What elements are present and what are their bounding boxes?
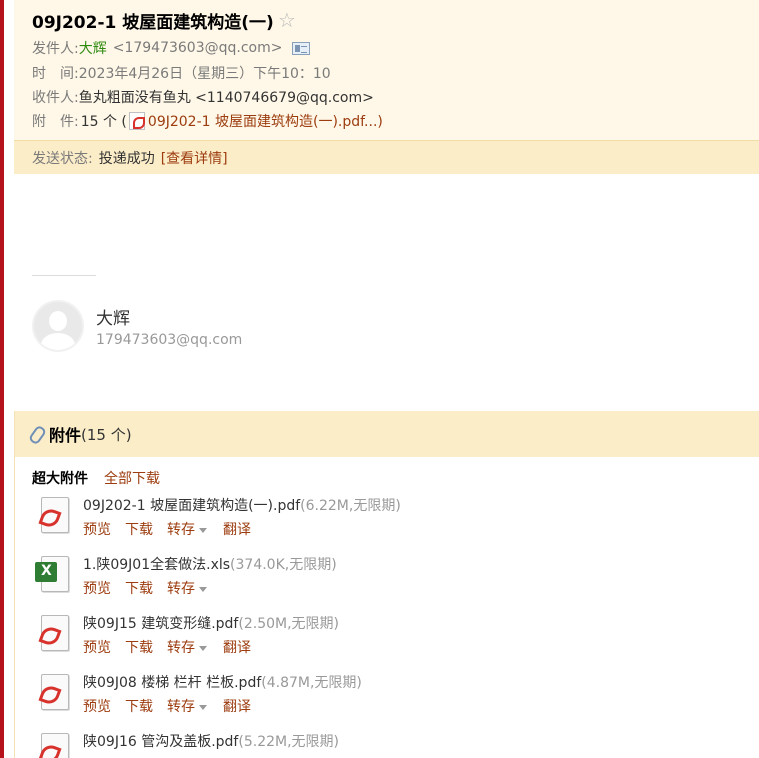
pdf-icon[interactable] [35, 674, 71, 714]
preview-link[interactable]: 预览 [83, 637, 111, 657]
attachment-first-link[interactable]: 09J202-1 坡屋面建筑构造(一).pdf...) [148, 111, 383, 131]
translate-link[interactable]: 翻译 [223, 637, 251, 657]
xls-icon[interactable] [35, 556, 71, 596]
attachment-count: 15 个 ( [80, 114, 127, 130]
download-link[interactable]: 下载 [125, 578, 153, 598]
attachments-title: 附件 [49, 426, 82, 445]
contact-card-icon[interactable] [292, 41, 311, 55]
from-label: 发件人: [32, 41, 79, 57]
preview-link[interactable]: 预览 [83, 696, 111, 716]
download-all-link[interactable]: 全部下载 [104, 468, 160, 488]
recipient[interactable]: 鱼丸粗面没有鱼丸 <1140746679@qq.com> [79, 87, 374, 107]
sender-email[interactable]: <179473603@qq.com> [113, 40, 283, 56]
attachments-header: 附件 (15 个) [15, 411, 759, 457]
status-value: 投递成功 [98, 150, 155, 167]
paperclip-icon [29, 426, 43, 442]
from-row: 发件人: 大辉 <179473603@qq.com> [32, 38, 311, 58]
large-attachments-label: 超大附件 [32, 471, 88, 487]
time-row: 时 间: 2023年4月26日（星期三）下午10：10 [32, 63, 331, 83]
transfer-dropdown[interactable]: 转存 [167, 519, 207, 539]
attachment-meta: (374.0K,无限期) [230, 557, 337, 573]
pdf-icon[interactable] [35, 497, 71, 537]
preview-link[interactable]: 预览 [83, 519, 111, 539]
attachment-name[interactable]: 1.陕09J01全套做法.xls [83, 557, 230, 573]
attachment-name[interactable]: 陕09J08 楼梯 栏杆 栏板.pdf [83, 675, 261, 691]
attachments-count: (15 个) [81, 425, 132, 444]
to-row: 收件人: 鱼丸粗面没有鱼丸 <1140746679@qq.com> [32, 87, 374, 107]
sender-name[interactable]: 大辉 [79, 38, 107, 58]
transfer-dropdown[interactable]: 转存 [167, 696, 207, 716]
attachment-name[interactable]: 陕09J16 管沟及盖板.pdf [83, 734, 238, 750]
attachment-label: 附 件: [32, 114, 79, 130]
attachment-item: 1.陕09J01全套做法.xls(374.0K,无限期) 预览 下载 转存 [35, 554, 755, 606]
transfer-dropdown[interactable]: 转存 [167, 637, 207, 657]
signature-name: 大辉 [96, 309, 130, 329]
signature-email: 179473603@qq.com [96, 332, 243, 348]
attachment-item: 09J202-1 坡屋面建筑构造(一).pdf(6.22M,无限期) 预览 下载… [35, 495, 755, 547]
attachment-name-row: 陕09J16 管沟及盖板.pdf(5.22M,无限期) [83, 731, 339, 751]
attachments-panel: 附件 (15 个) 超大附件 全部下载 09J202-1 坡屋面建筑构造(一).… [14, 411, 759, 758]
attachment-row: 附 件: 15 个 ( 09J202-1 坡屋面建筑构造(一).pdf...) [32, 111, 383, 131]
attachment-item: 陕09J08 楼梯 栏杆 栏板.pdf(4.87M,无限期) 预览 下载 转存 … [35, 672, 755, 724]
attachment-name-row: 陕09J08 楼梯 栏杆 栏板.pdf(4.87M,无限期) [83, 672, 362, 692]
to-label: 收件人: [32, 90, 79, 106]
attachment-actions: 预览 下载 转存 翻译 [83, 637, 265, 657]
attachment-name[interactable]: 09J202-1 坡屋面建筑构造(一).pdf [83, 498, 300, 514]
attachment-name-row: 1.陕09J01全套做法.xls(374.0K,无限期) [83, 554, 337, 574]
signature-divider [32, 275, 96, 276]
attachment-name-row: 09J202-1 坡屋面建筑构造(一).pdf(6.22M,无限期) [83, 495, 401, 515]
large-attachments-header: 超大附件 全部下载 [32, 468, 160, 488]
attachment-meta: (6.22M,无限期) [300, 498, 401, 514]
attachment-actions: 预览 下载 转存 [83, 578, 221, 598]
time-label: 时 间: [32, 66, 79, 82]
pdf-icon [128, 112, 145, 130]
attachment-meta: (2.50M,无限期) [238, 616, 339, 632]
attachment-name-row: 陕09J15 建筑变形缝.pdf(2.50M,无限期) [83, 613, 339, 633]
view-details-link[interactable]: [查看详情] [161, 148, 228, 168]
star-icon[interactable]: ☆ [278, 8, 296, 32]
translate-link[interactable]: 翻译 [223, 696, 251, 716]
attachment-item: 陕09J15 建筑变形缝.pdf(2.50M,无限期) 预览 下载 转存 翻译 [35, 613, 755, 665]
preview-link[interactable]: 预览 [83, 578, 111, 598]
attachment-name[interactable]: 陕09J15 建筑变形缝.pdf [83, 616, 238, 632]
pdf-icon[interactable] [35, 733, 71, 758]
attachment-item: 陕09J16 管沟及盖板.pdf(5.22M,无限期) [35, 731, 755, 758]
time-value: 2023年4月26日（星期三）下午10：10 [78, 66, 331, 82]
attachment-meta: (5.22M,无限期) [238, 734, 339, 750]
delivery-status-bar: 发送状态: 投递成功 [查看详情] [14, 140, 759, 174]
download-link[interactable]: 下载 [125, 637, 153, 657]
attachment-meta: (4.87M,无限期) [261, 675, 362, 691]
download-link[interactable]: 下载 [125, 696, 153, 716]
download-link[interactable]: 下载 [125, 519, 153, 539]
status-label: 发送状态: [32, 150, 93, 167]
attachment-actions: 预览 下载 转存 翻译 [83, 519, 265, 539]
translate-link[interactable]: 翻译 [223, 519, 251, 539]
attachment-actions: 预览 下载 转存 翻译 [83, 696, 265, 716]
window-left-edge [0, 0, 4, 758]
pdf-icon[interactable] [35, 615, 71, 655]
subject-row: 09J202-1 坡屋面建筑构造(一) ☆ [32, 8, 296, 33]
mail-subject: 09J202-1 坡屋面建筑构造(一) [32, 12, 274, 33]
transfer-dropdown[interactable]: 转存 [167, 578, 207, 598]
avatar-icon [32, 300, 84, 352]
